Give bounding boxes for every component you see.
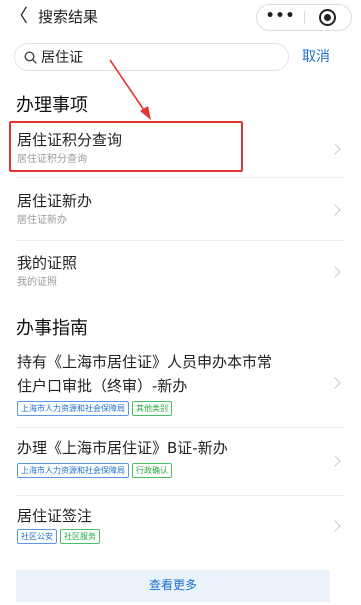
chevron-right-icon <box>329 266 341 278</box>
mini-program-capsule: ••• <box>256 4 352 31</box>
search-input[interactable] <box>41 47 281 67</box>
guide-item-b-permit[interactable]: 办理《上海市居住证》B证-新办 上海市人力资源和社会保障局 行政确认 <box>0 428 361 494</box>
section-title-guides: 办事指南 <box>16 318 88 339</box>
capsule-divider <box>304 11 305 24</box>
search-box[interactable] <box>14 43 289 71</box>
chevron-right-icon <box>329 143 341 155</box>
chevron-right-icon <box>329 377 341 389</box>
cancel-button[interactable]: 取消 <box>302 48 330 66</box>
section-title-tasks: 办理事项 <box>16 95 88 116</box>
task-subtitle: 我的证照 <box>17 277 57 288</box>
guide-tags: 上海市人力资源和社会保障局 其他类别 <box>17 401 175 416</box>
guide-item-hukou-approval[interactable]: 持有《上海市居住证》人员申办本市常 住户口审批（终审）-新办 上海市人力资源和社… <box>0 345 361 425</box>
search-icon <box>24 51 37 64</box>
guide-tags: 社区公安 社区服务 <box>17 529 103 544</box>
task-subtitle: 居住证新办 <box>17 215 67 226</box>
tag-department: 社区公安 <box>17 529 57 544</box>
tag-department: 上海市人力资源和社会保障局 <box>17 401 129 416</box>
guide-tags: 上海市人力资源和社会保障局 行政确认 <box>17 463 175 478</box>
annotation-highlight-box <box>9 121 243 172</box>
page-title: 搜索结果 <box>38 8 99 26</box>
tag-category: 社区服务 <box>60 529 100 544</box>
guide-item-permit-endorsement[interactable]: 居住证签注 社区公安 社区服务 <box>0 496 361 558</box>
tag-department: 上海市人力资源和社会保障局 <box>17 463 129 478</box>
close-target-icon[interactable] <box>319 9 336 26</box>
tag-category: 其他类别 <box>132 401 172 416</box>
guide-title-line1: 居住证签注 <box>17 507 93 525</box>
guide-title-line2: 住户口审批（终审）-新办 <box>17 377 188 395</box>
guide-title-line1: 办理《上海市居住证》B证-新办 <box>17 439 228 457</box>
tag-category: 行政确认 <box>132 463 172 478</box>
top-bar: 〈 搜索结果 ••• <box>0 0 361 36</box>
more-options-icon[interactable]: ••• <box>257 5 304 30</box>
task-title: 居住证新办 <box>17 192 93 210</box>
chevron-right-icon <box>329 455 341 467</box>
task-item-new-residence-permit[interactable]: 居住证新办 居住证新办 <box>0 178 361 238</box>
task-title: 我的证照 <box>17 254 78 272</box>
guide-title-line1: 持有《上海市居住证》人员申办本市常 <box>17 353 273 371</box>
chevron-right-icon <box>329 520 341 532</box>
chevron-right-icon <box>329 204 341 216</box>
back-arrow-icon[interactable]: 〈 <box>10 6 30 28</box>
task-item-my-certificates[interactable]: 我的证照 我的证照 <box>0 241 361 298</box>
see-more-button[interactable]: 查看更多 <box>16 570 330 602</box>
